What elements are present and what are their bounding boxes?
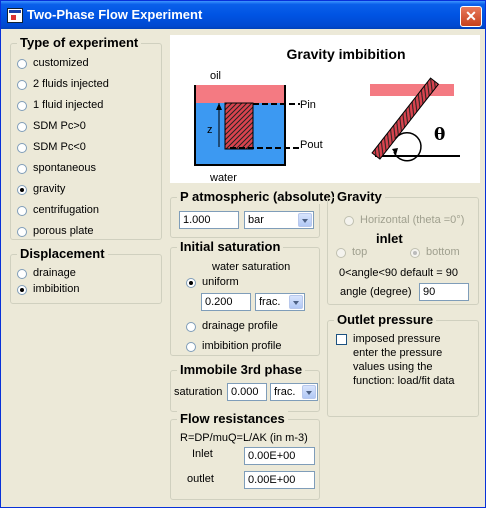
experiment-type-title: Type of experiment (17, 35, 142, 50)
radio-circle[interactable] (344, 216, 354, 226)
resistance-formula: R=DP/muQ=L/AK (in m-3) (180, 432, 308, 444)
initial-saturation-title: Initial saturation (177, 239, 284, 254)
radio-label: imbibition (33, 283, 80, 295)
dropdown-icon[interactable] (289, 295, 303, 309)
title-bar[interactable]: Two-Phase Flow Experiment ✕ (1, 1, 485, 29)
radio-label: drainage profile (202, 320, 278, 332)
radio-label: gravity (33, 183, 66, 195)
displacement-title: Displacement (17, 246, 108, 261)
radio-label: top (352, 246, 368, 258)
dialog-body: Type of experiment customized 2 fluids i… (4, 29, 482, 503)
select-value: frac. (274, 386, 296, 398)
radio-label: 1 fluid injected (33, 99, 104, 111)
app-icon (7, 8, 23, 23)
radio-circle[interactable] (336, 248, 346, 258)
window-title: Two-Phase Flow Experiment (27, 7, 203, 22)
water-saturation-label: water saturation (212, 261, 291, 273)
radio-circle[interactable] (17, 143, 27, 153)
oil-reservoir (370, 84, 454, 96)
flow-resistances-group: Flow resistances R=DP/muQ=L/AK (in m-3) … (170, 411, 320, 500)
select-value: bar (248, 214, 264, 226)
saturation-unit-select[interactable]: frac. (255, 293, 305, 311)
outlet-pressure-title: Outlet pressure (334, 312, 437, 327)
radio-label: SDM Pc>0 (33, 120, 86, 132)
immobile-saturation-label: saturation (174, 386, 223, 398)
radio-label: bottom (426, 246, 460, 258)
gravity-diagram: Gravity imbibition oil z Pin Pout water (170, 35, 480, 184)
gravity-title: Gravity (334, 189, 385, 204)
radio-circle[interactable] (17, 80, 27, 90)
app-window: Two-Phase Flow Experiment ✕ Type of expe… (0, 0, 486, 508)
diagram-svg: Gravity imbibition oil z Pin Pout water (194, 46, 460, 184)
patm-title: P atmospheric (absolute) (177, 189, 339, 204)
displacement-group: Displacement drainage imbibition (10, 246, 162, 304)
patm-group: P atmospheric (absolute) 1.000 bar (170, 189, 339, 238)
radio-circle[interactable] (186, 342, 196, 352)
radio-circle[interactable] (17, 101, 27, 111)
water-label: water (209, 172, 237, 183)
outlet-help-line: function: load/fit data (353, 375, 455, 387)
pin-label: Pin (300, 99, 316, 111)
radio-label: spontaneous (33, 162, 96, 174)
z-label: z (207, 124, 213, 136)
close-button[interactable]: ✕ (460, 6, 482, 27)
radio-label: porous plate (33, 225, 94, 237)
theta-label: θ (434, 125, 445, 145)
close-icon: ✕ (465, 8, 477, 24)
flow-resistances-title: Flow resistances (177, 411, 288, 426)
radio-circle[interactable] (17, 206, 27, 216)
immobile-unit-select[interactable]: frac. (270, 383, 318, 401)
angle-input[interactable]: 90 (419, 283, 469, 301)
outlet-resistance-label: outlet (187, 473, 214, 485)
radio-circle[interactable] (186, 322, 196, 332)
inlet-resistance-input[interactable]: 0.00E+00 (244, 447, 315, 465)
radio-circle[interactable] (17, 164, 27, 174)
radio-circle[interactable] (17, 227, 27, 237)
radio-circle[interactable] (186, 278, 196, 288)
gravity-group: Gravity Horizontal (theta =0°) inlet top… (327, 189, 479, 305)
outlet-pressure-group: Outlet pressure imposed pressure enter t… (327, 312, 479, 417)
radio-circle[interactable] (17, 269, 27, 279)
imposed-pressure-label: imposed pressure (353, 333, 441, 345)
imposed-pressure-checkbox[interactable] (336, 334, 347, 345)
radio-label: imbibition profile (202, 340, 282, 352)
initial-saturation-group: Initial saturation water saturation unif… (170, 239, 320, 356)
inlet-resistance-label: Inlet (192, 448, 213, 460)
immobile-phase-title: Immobile 3rd phase (177, 362, 306, 377)
select-value: frac. (259, 296, 281, 308)
radio-circle[interactable] (17, 285, 27, 295)
radio-circle[interactable] (17, 122, 27, 132)
sample-core (224, 102, 254, 150)
radio-label: customized (33, 57, 89, 69)
experiment-type-group: Type of experiment customized 2 fluids i… (10, 35, 162, 240)
immobile-phase-group: Immobile 3rd phase saturation 0.000 frac… (170, 362, 320, 412)
outlet-resistance-input[interactable]: 0.00E+00 (244, 471, 315, 489)
pout-label: Pout (300, 139, 323, 151)
radio-label: SDM Pc<0 (33, 141, 86, 153)
radio-label: centrifugation (33, 204, 100, 216)
radio-circle[interactable] (17, 185, 27, 195)
patm-unit-select[interactable]: bar (244, 211, 314, 229)
angle-label: angle (degree) (340, 286, 412, 298)
radio-circle[interactable] (17, 59, 27, 69)
outlet-help-line: enter the pressure (353, 347, 443, 359)
outlet-help-line: values using the (353, 361, 433, 373)
saturation-input[interactable]: 0.200 (201, 293, 251, 311)
radio-circle[interactable] (410, 248, 420, 258)
radio-label: 2 fluids injected (33, 78, 109, 90)
dropdown-icon[interactable] (302, 385, 316, 399)
radio-label: drainage (33, 267, 76, 279)
inlet-label: inlet (376, 231, 403, 246)
angle-hint: 0<angle<90 default = 90 (339, 267, 458, 279)
diagram-title: Gravity imbibition (286, 46, 405, 62)
dropdown-icon[interactable] (298, 213, 312, 227)
oil-layer (195, 85, 285, 103)
radio-label: Horizontal (theta =0°) (360, 214, 465, 226)
radio-label: uniform (202, 276, 239, 288)
oil-label: oil (210, 70, 221, 82)
immobile-saturation-input[interactable]: 0.000 (227, 383, 267, 401)
patm-input[interactable]: 1.000 (179, 211, 239, 229)
